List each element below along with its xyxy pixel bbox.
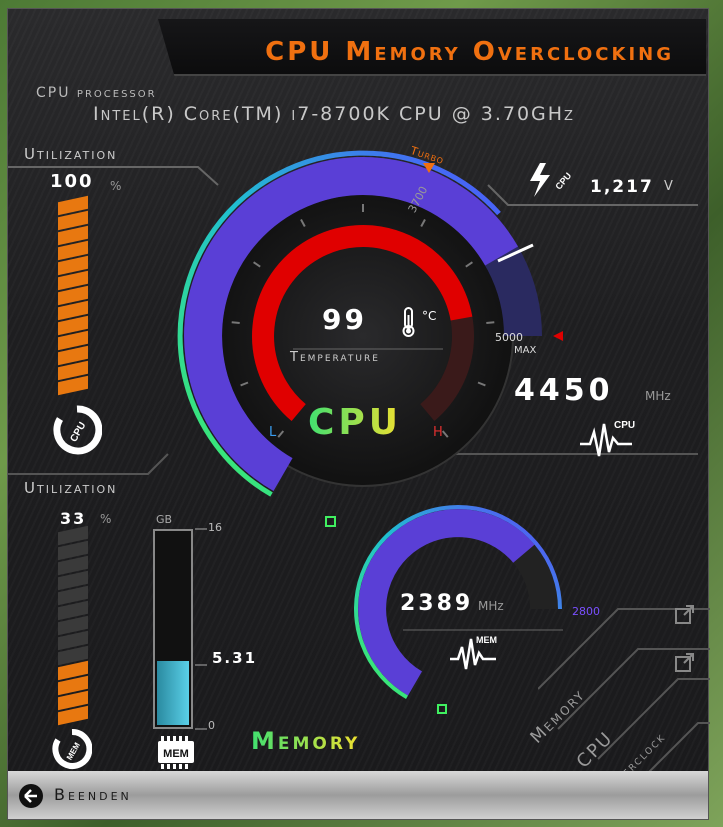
temperature-value: 99 [322, 303, 367, 336]
memory-gauge-end-icon [437, 704, 447, 714]
dial-tick [486, 321, 495, 324]
cpu-gauge-label: CPU [308, 402, 403, 443]
memory-chip-icon: MEM [156, 735, 196, 771]
temperature-low-label: L [269, 425, 277, 440]
memory-usage-min: 0 [208, 719, 215, 732]
cpu-utilization-label: Utilization [24, 145, 118, 163]
voltage-icon: CPU [528, 161, 574, 201]
quit-label[interactable]: Beenden [54, 785, 132, 804]
temperature-high-label: H [433, 425, 443, 440]
processor-name: Intel(R) Core(TM) i7-8700K CPU @ 3.70GHz [93, 103, 575, 125]
memory-utilization-bar [54, 525, 94, 729]
cpu-badge-icon: CPU [52, 405, 103, 455]
memory-badge-label: MEM [65, 741, 82, 762]
memory-badge-icon: MEM [52, 728, 93, 771]
memory-frequency-value: 2389 [400, 591, 474, 616]
cpu-badge-label: CPU [68, 420, 88, 444]
memory-chip-label: MEM [163, 748, 189, 760]
cpu-utilization-unit: % [110, 179, 122, 193]
processor-label: CPU processor [36, 85, 157, 101]
memory-usage-value: 5.31 [212, 649, 258, 667]
memory-utilization-value: 33 [60, 509, 87, 528]
voltage-icon-caption: CPU [553, 171, 573, 192]
voltage-unit: V [664, 179, 673, 194]
memory-gauge-label: Memory [251, 727, 361, 755]
memory-usage-unit: GB [156, 513, 173, 526]
cpu-utilization-bar [54, 195, 94, 399]
cpu-utilization-value: 100 [50, 171, 94, 192]
cpu-max-frequency: 5000 [495, 331, 523, 344]
window-title: CPU Memory Overclocking [265, 37, 674, 67]
dial-tick [231, 321, 240, 324]
temperature-label: Temperature [290, 350, 380, 365]
cpu-waveform-icon: CPU [580, 414, 640, 460]
quit-button[interactable] [18, 783, 44, 809]
cpu-frequency-unit: MHz [645, 389, 671, 403]
memory-tab-external-link-icon[interactable] [674, 603, 696, 629]
memory-usage-max: 16 [208, 521, 222, 534]
memory-utilization-label: Utilization [24, 479, 118, 497]
cpu-max-label: MAX [514, 345, 537, 356]
footer-bar: Beenden [8, 771, 708, 819]
memory-usage-column [153, 529, 193, 729]
cpu-frequency-value: 4450 [514, 373, 614, 408]
memory-frequency-unit: MHz [478, 599, 504, 613]
memory-scale [195, 528, 207, 730]
back-arrow-icon [19, 784, 43, 808]
title-bar: CPU Memory Overclocking [158, 19, 706, 76]
memory-waveform-caption: MEM [476, 635, 497, 645]
voltage-value: 1,217 [590, 177, 654, 197]
memory-usage-fill [157, 661, 189, 725]
memory-waveform-icon: MEM [450, 629, 500, 673]
temperature-unit: °C [422, 309, 437, 323]
memory-utilization-unit: % [100, 512, 112, 526]
cpu-waveform-caption: CPU [614, 420, 635, 431]
overclocking-panel: CPU Memory Overclocking CPU processor In… [7, 8, 710, 820]
cpu-max-marker-icon [553, 331, 563, 341]
